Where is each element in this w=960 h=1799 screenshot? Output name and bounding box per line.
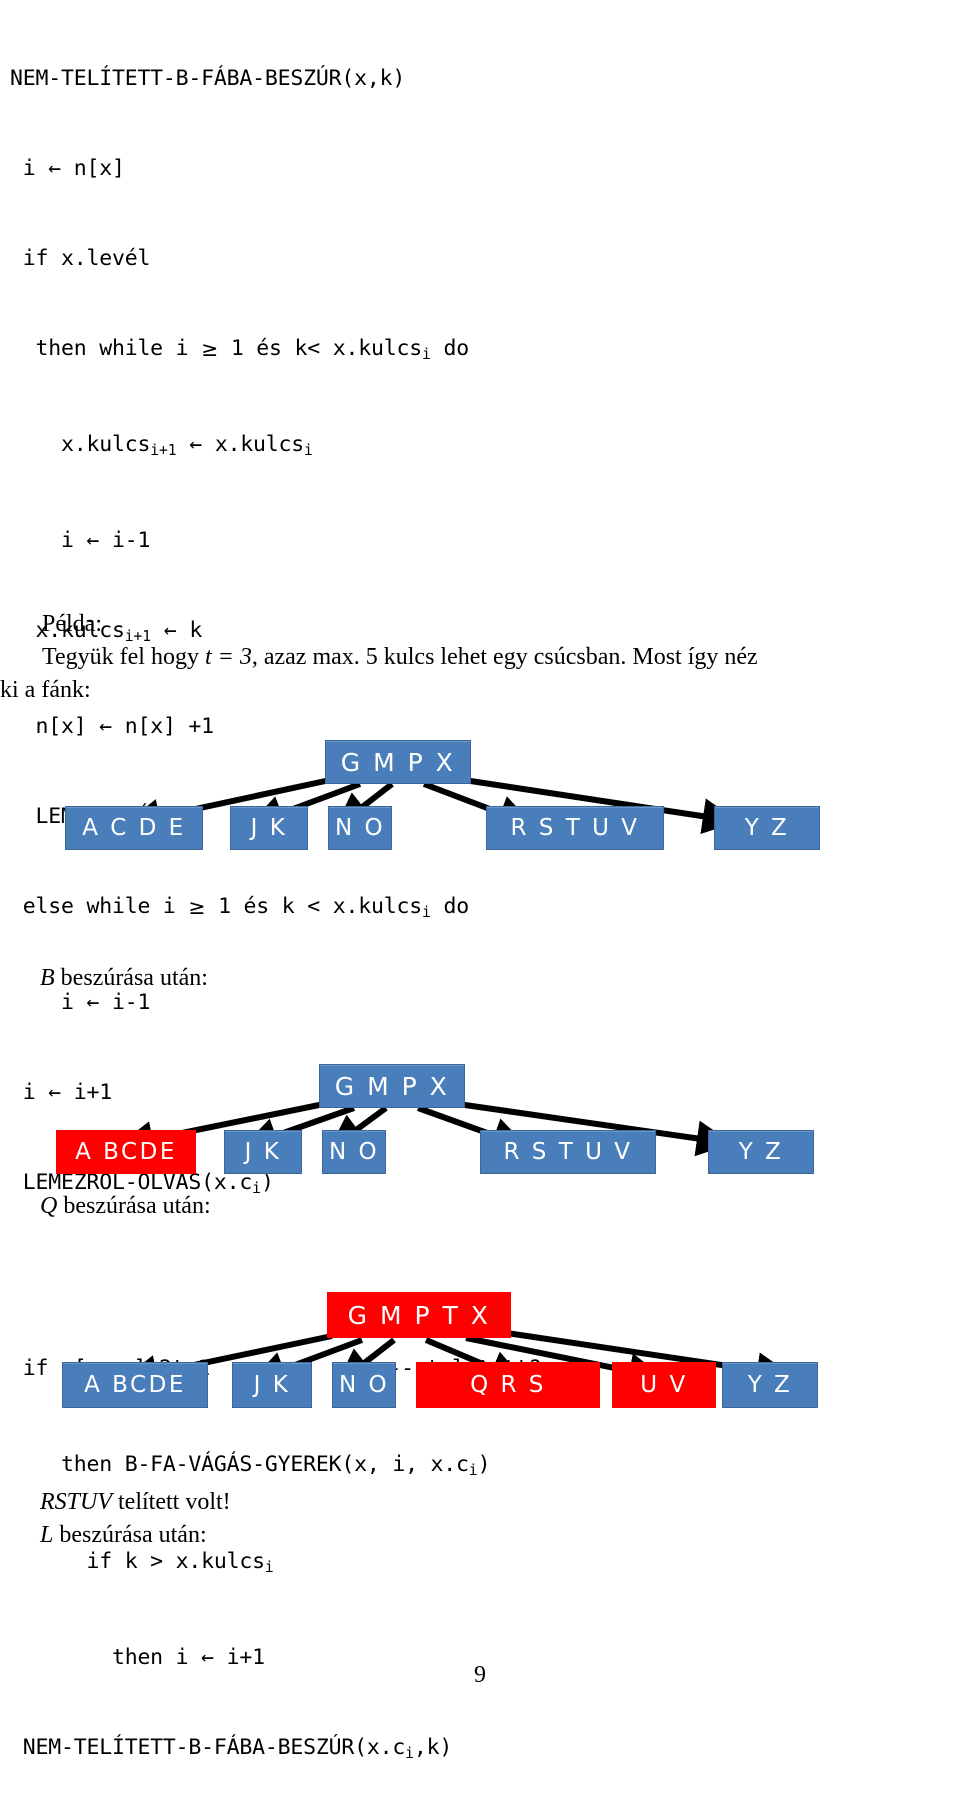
pseudocode-line-18: NEM-TELÍTETT-B-FÁBA-BESZÚR(x.ci,k): [10, 1734, 453, 1762]
tree-initial-leaf-3: N O: [328, 806, 392, 850]
pelda-label: Példa:: [42, 611, 102, 637]
page-number: 9: [474, 1662, 486, 1688]
tree-after-q-leaf-5: U V: [612, 1362, 716, 1408]
tree-after-b-leaf-5: Y Z: [708, 1130, 814, 1174]
tree-after-q: G M P T X A BCDE J K N O Q R S U V Y Z: [0, 1288, 960, 1488]
note-rstuv-key: RSTUV: [40, 1489, 112, 1515]
caption-after-l: L beszúrása után:: [40, 1519, 207, 1552]
note-rstuv-rest: telített volt!: [112, 1489, 231, 1515]
example-sentence-part2: , azaz max. 5 kulcs lehet egy csúcsban. …: [251, 644, 758, 670]
tree-after-q-leaf-4: Q R S: [416, 1362, 600, 1408]
caption-after-l-key: L: [40, 1522, 54, 1548]
example-paragraph: Tegyük fel hogy t = 3, azaz max. 5 kulcs…: [42, 641, 942, 674]
tree-after-q-leaf-3: N O: [332, 1362, 396, 1408]
tree-after-b: G M P X A BCDE J K N O R S T U V Y Z: [0, 1060, 960, 1250]
pseudocode-line-5: x.kulcsi+1 ← x.kulcsi: [10, 432, 313, 460]
pseudocode-line-1: NEM-TELÍTETT-B-FÁBA-BESZÚR(x,k): [10, 66, 406, 91]
tree-after-q-leaf-6: Y Z: [722, 1362, 818, 1408]
tree-after-q-leaf-2: J K: [232, 1362, 312, 1408]
pseudocode-line-6: i ← i-1: [10, 528, 151, 554]
tree-after-b-leaf-4: R S T U V: [480, 1130, 656, 1174]
tree-after-b-leaf-3: N O: [322, 1130, 386, 1174]
tree-initial-leaf-4: R S T U V: [486, 806, 664, 850]
tree-after-b-leaf-2: J K: [224, 1130, 302, 1174]
caption-after-b-key: B: [40, 965, 55, 991]
pseudocode-line-3: if x.levél: [10, 246, 151, 271]
pseudocode-line-2: i ← n[x]: [10, 156, 125, 181]
tree-initial-leaf-2: J K: [230, 806, 308, 850]
caption-after-l-rest: beszúrása után:: [53, 1522, 207, 1548]
tree-after-q-root: G M P T X: [327, 1292, 511, 1338]
example-t-equation: t = 3: [204, 644, 252, 670]
tree-after-q-leaf-1: A BCDE: [62, 1362, 208, 1408]
tree-after-b-root: G M P X: [319, 1064, 465, 1108]
tree-initial-root: G M P X: [325, 740, 471, 784]
example-paragraph-line2: ki a fánk:: [0, 677, 91, 703]
note-rstuv-full: RSTUV telített volt!: [40, 1486, 231, 1519]
caption-after-b: B beszúrása után:: [40, 962, 208, 995]
example-sentence-part1: Tegyük fel hogy: [42, 644, 205, 670]
tree-after-b-leaf-1: A BCDE: [56, 1130, 196, 1174]
tree-initial: G M P X A C D E J K N O R S T U V Y Z: [0, 736, 960, 926]
pseudocode-line-4: then while i ≥ 1 és k< x.kulcsi do: [10, 336, 470, 364]
tree-initial-leaf-1: A C D E: [65, 806, 203, 850]
caption-after-b-rest: beszúrása után:: [54, 965, 208, 991]
tree-initial-leaf-5: Y Z: [714, 806, 820, 850]
